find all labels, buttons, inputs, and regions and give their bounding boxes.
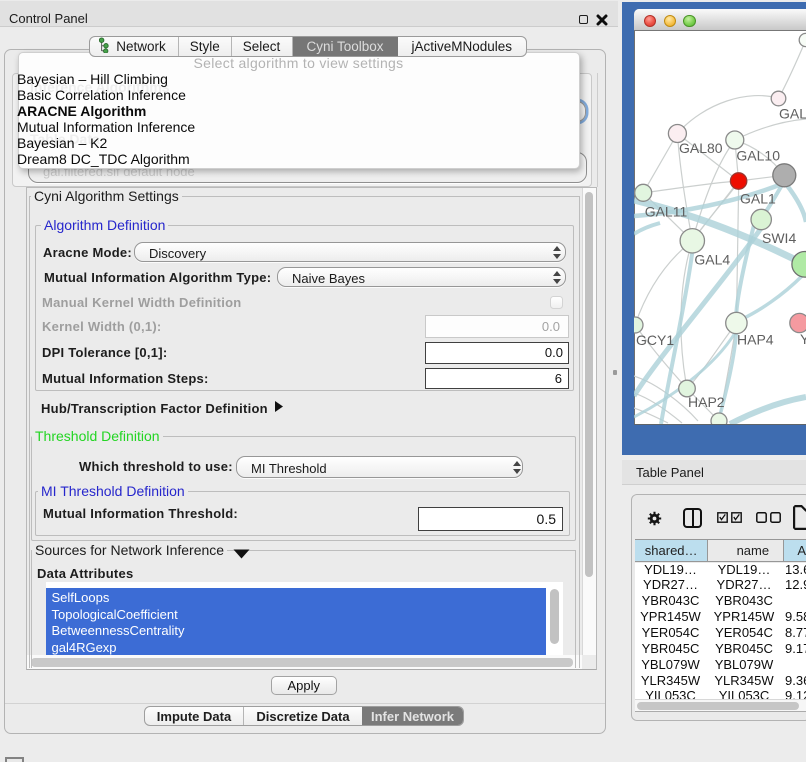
svg-text:GAL10: GAL10 bbox=[736, 148, 780, 164]
svg-text:GAL1: GAL1 bbox=[740, 191, 776, 207]
svg-text:GCY1: GCY1 bbox=[636, 332, 674, 348]
svg-text:GAL11: GAL11 bbox=[645, 203, 688, 219]
svg-text:HAP4: HAP4 bbox=[737, 332, 774, 348]
svg-text:GAL4: GAL4 bbox=[694, 252, 730, 268]
svg-text:SWI4: SWI4 bbox=[762, 230, 796, 246]
svg-text:HAP2: HAP2 bbox=[688, 394, 725, 410]
svg-text:GAL: GAL bbox=[779, 106, 806, 122]
svg-text:GAL80: GAL80 bbox=[679, 140, 723, 156]
svg-text:Y: Y bbox=[800, 331, 806, 347]
